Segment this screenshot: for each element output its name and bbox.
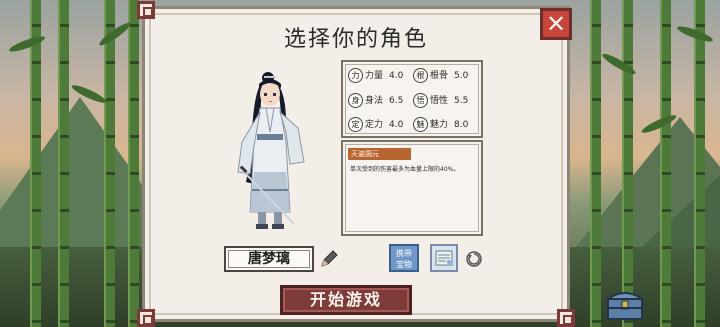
stat-value: 5.0 <box>454 71 469 81</box>
agility-icon: 身 <box>348 93 363 108</box>
start-game-button[interactable]: 开始游戏 <box>280 285 412 315</box>
panel-corner-ornament <box>557 309 575 327</box>
bamboo-stalk <box>128 0 139 327</box>
character-name-field[interactable]: 唐梦璃 <box>224 246 314 272</box>
chest-icon[interactable] <box>605 287 645 321</box>
stat-label: 身法 <box>365 96 384 106</box>
stat-value: 6.5 <box>389 96 404 106</box>
trait-description: 单次受到的伤害最多为血量上限的40%。 <box>350 166 460 173</box>
stat-constitution: 根根骨 5.0 <box>413 68 468 83</box>
treasure-slot[interactable] <box>430 244 458 272</box>
pencil-icon[interactable] <box>318 248 340 270</box>
stat-strength: 力力量 4.0 <box>348 68 403 83</box>
character-portrait <box>237 72 305 229</box>
bamboo-stalk <box>694 0 705 327</box>
stat-value: 4.0 <box>389 71 404 81</box>
close-icon: ✕ <box>545 10 567 38</box>
close-button[interactable]: ✕ <box>540 8 572 40</box>
carry-treasure-label-line2: 宝物 <box>396 260 412 269</box>
stat-value: 5.5 <box>454 96 469 106</box>
stat-willpower: 定定力 4.0 <box>348 117 403 132</box>
bamboo-stalk <box>104 0 115 327</box>
stat-agility: 身身法 6.5 <box>348 93 403 108</box>
carry-treasure-button[interactable]: 携带 宝物 <box>389 244 419 272</box>
scroll-item-icon <box>435 250 453 266</box>
comprehension-icon: 悟 <box>413 93 428 108</box>
stat-label: 根骨 <box>430 71 449 81</box>
charm-icon: 魅 <box>413 117 428 132</box>
panel-corner-ornament <box>137 1 155 19</box>
bamboo-stalk <box>58 0 69 327</box>
strength-icon: 力 <box>348 68 363 83</box>
willpower-icon: 定 <box>348 117 363 132</box>
stat-value: 8.0 <box>454 120 469 130</box>
stat-label: 魅力 <box>430 120 449 130</box>
bamboo-stalk <box>590 0 601 327</box>
stat-label: 悟性 <box>430 96 449 106</box>
refresh-icon[interactable] <box>465 250 483 268</box>
panel-corner-ornament <box>137 309 155 327</box>
stat-comprehension: 悟悟性 5.5 <box>413 93 468 108</box>
stat-charm: 魅魅力 8.0 <box>413 117 468 132</box>
stat-label: 定力 <box>365 120 384 130</box>
bamboo-stalk <box>622 0 633 327</box>
carry-treasure-label-line1: 携带 <box>396 249 412 258</box>
trait-name-badge: 天姿圆元 <box>348 148 411 160</box>
stat-label: 力量 <box>365 71 384 81</box>
page-title: 选择你的角色 <box>283 27 428 52</box>
constitution-icon: 根 <box>413 68 428 83</box>
bamboo-stalk <box>660 0 671 327</box>
bamboo-stalk <box>30 0 41 327</box>
stat-value: 4.0 <box>389 120 404 130</box>
